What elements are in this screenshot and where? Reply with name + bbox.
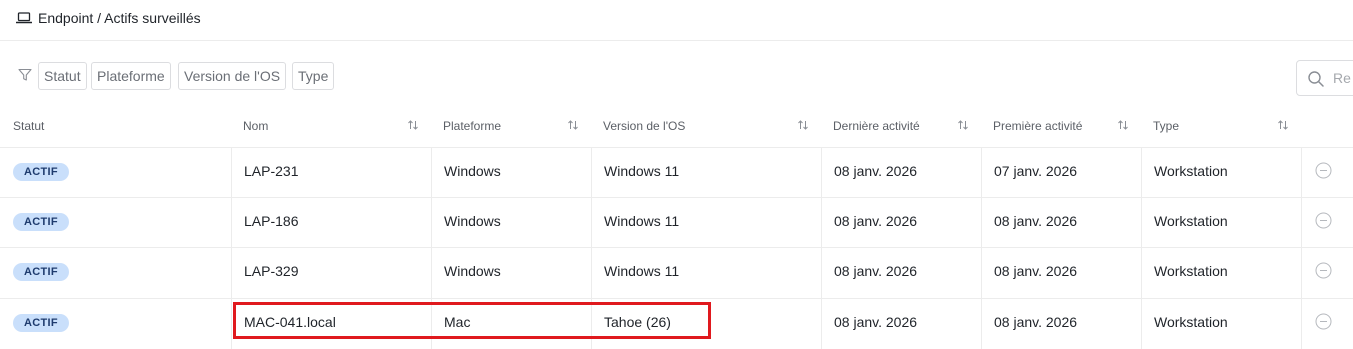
cell-first-activity: 08 janv. 2026 bbox=[994, 314, 1078, 330]
cell-name: LAP-186 bbox=[244, 213, 299, 229]
sort-icon[interactable] bbox=[797, 119, 809, 131]
status-badge: ACTIF bbox=[13, 213, 69, 231]
column-header-last-activity[interactable]: Dernière activité bbox=[833, 119, 920, 133]
status-badge: ACTIF bbox=[13, 263, 69, 281]
filter-bar: Statut Plateforme Version de l'OS Type R… bbox=[0, 60, 1353, 96]
table-row[interactable]: ACTIF MAC-041.local Mac Tahoe (26) 08 ja… bbox=[0, 298, 1353, 349]
cell-platform: Windows bbox=[444, 213, 501, 229]
cell-name: LAP-329 bbox=[244, 263, 299, 279]
cell-name: LAP-231 bbox=[244, 163, 299, 179]
cell-first-activity: 08 janv. 2026 bbox=[994, 263, 1078, 279]
cell-last-activity: 08 janv. 2026 bbox=[834, 314, 918, 330]
sort-icon[interactable] bbox=[1117, 119, 1129, 131]
column-header-type[interactable]: Type bbox=[1153, 119, 1179, 133]
table-header: Statut Nom Plateforme Version de l'OS De… bbox=[0, 107, 1353, 147]
cell-type: Workstation bbox=[1154, 314, 1228, 330]
search-placeholder: Re bbox=[1333, 70, 1351, 86]
cell-platform: Windows bbox=[444, 263, 501, 279]
remove-icon[interactable] bbox=[1315, 313, 1332, 330]
status-badge: ACTIF bbox=[13, 314, 69, 332]
filter-chip-os-version[interactable]: Version de l'OS bbox=[178, 62, 287, 90]
cell-type: Workstation bbox=[1154, 213, 1228, 229]
column-header-os-version[interactable]: Version de l'OS bbox=[603, 119, 685, 133]
cell-last-activity: 08 janv. 2026 bbox=[834, 263, 918, 279]
table-row[interactable]: ACTIF LAP-186 Windows Windows 11 08 janv… bbox=[0, 197, 1353, 248]
cell-os-version: Tahoe (26) bbox=[604, 314, 671, 330]
cell-first-activity: 08 janv. 2026 bbox=[994, 213, 1078, 229]
search-input[interactable]: Re bbox=[1296, 60, 1353, 96]
cell-os-version: Windows 11 bbox=[604, 263, 680, 279]
filter-chip-plateforme[interactable]: Plateforme bbox=[91, 62, 171, 90]
breadcrumb-text[interactable]: Endpoint / Actifs surveillés bbox=[38, 10, 201, 26]
remove-icon[interactable] bbox=[1315, 212, 1332, 229]
column-header-statut[interactable]: Statut bbox=[13, 119, 44, 133]
column-header-first-activity[interactable]: Première activité bbox=[993, 119, 1082, 133]
remove-icon[interactable] bbox=[1315, 262, 1332, 279]
table-row[interactable]: ACTIF LAP-231 Windows Windows 11 08 janv… bbox=[0, 147, 1353, 198]
cell-name: MAC-041.local bbox=[244, 314, 336, 330]
filter-chip-statut[interactable]: Statut bbox=[38, 62, 87, 90]
search-icon bbox=[1308, 71, 1324, 87]
laptop-icon bbox=[16, 12, 32, 24]
cell-type: Workstation bbox=[1154, 163, 1228, 179]
cell-platform: Mac bbox=[444, 314, 471, 330]
sort-icon[interactable] bbox=[407, 119, 419, 131]
column-header-nom[interactable]: Nom bbox=[243, 119, 268, 133]
status-badge: ACTIF bbox=[13, 163, 69, 181]
filter-icon[interactable] bbox=[18, 68, 32, 82]
table-row[interactable]: ACTIF LAP-329 Windows Windows 11 08 janv… bbox=[0, 247, 1353, 298]
breadcrumb: Endpoint / Actifs surveillés bbox=[16, 10, 201, 26]
sort-icon[interactable] bbox=[567, 119, 579, 131]
cell-last-activity: 08 janv. 2026 bbox=[834, 213, 918, 229]
filter-chip-type[interactable]: Type bbox=[292, 62, 335, 90]
cell-os-version: Windows 11 bbox=[604, 213, 680, 229]
cell-os-version: Windows 11 bbox=[604, 163, 680, 179]
remove-icon[interactable] bbox=[1315, 162, 1332, 179]
sort-icon[interactable] bbox=[1277, 119, 1289, 131]
top-bar: Endpoint / Actifs surveillés bbox=[0, 0, 1353, 41]
sort-icon[interactable] bbox=[957, 119, 969, 131]
cell-first-activity: 07 janv. 2026 bbox=[994, 163, 1078, 179]
column-header-plateforme[interactable]: Plateforme bbox=[443, 119, 501, 133]
cell-last-activity: 08 janv. 2026 bbox=[834, 163, 918, 179]
cell-platform: Windows bbox=[444, 163, 501, 179]
cell-type: Workstation bbox=[1154, 263, 1228, 279]
